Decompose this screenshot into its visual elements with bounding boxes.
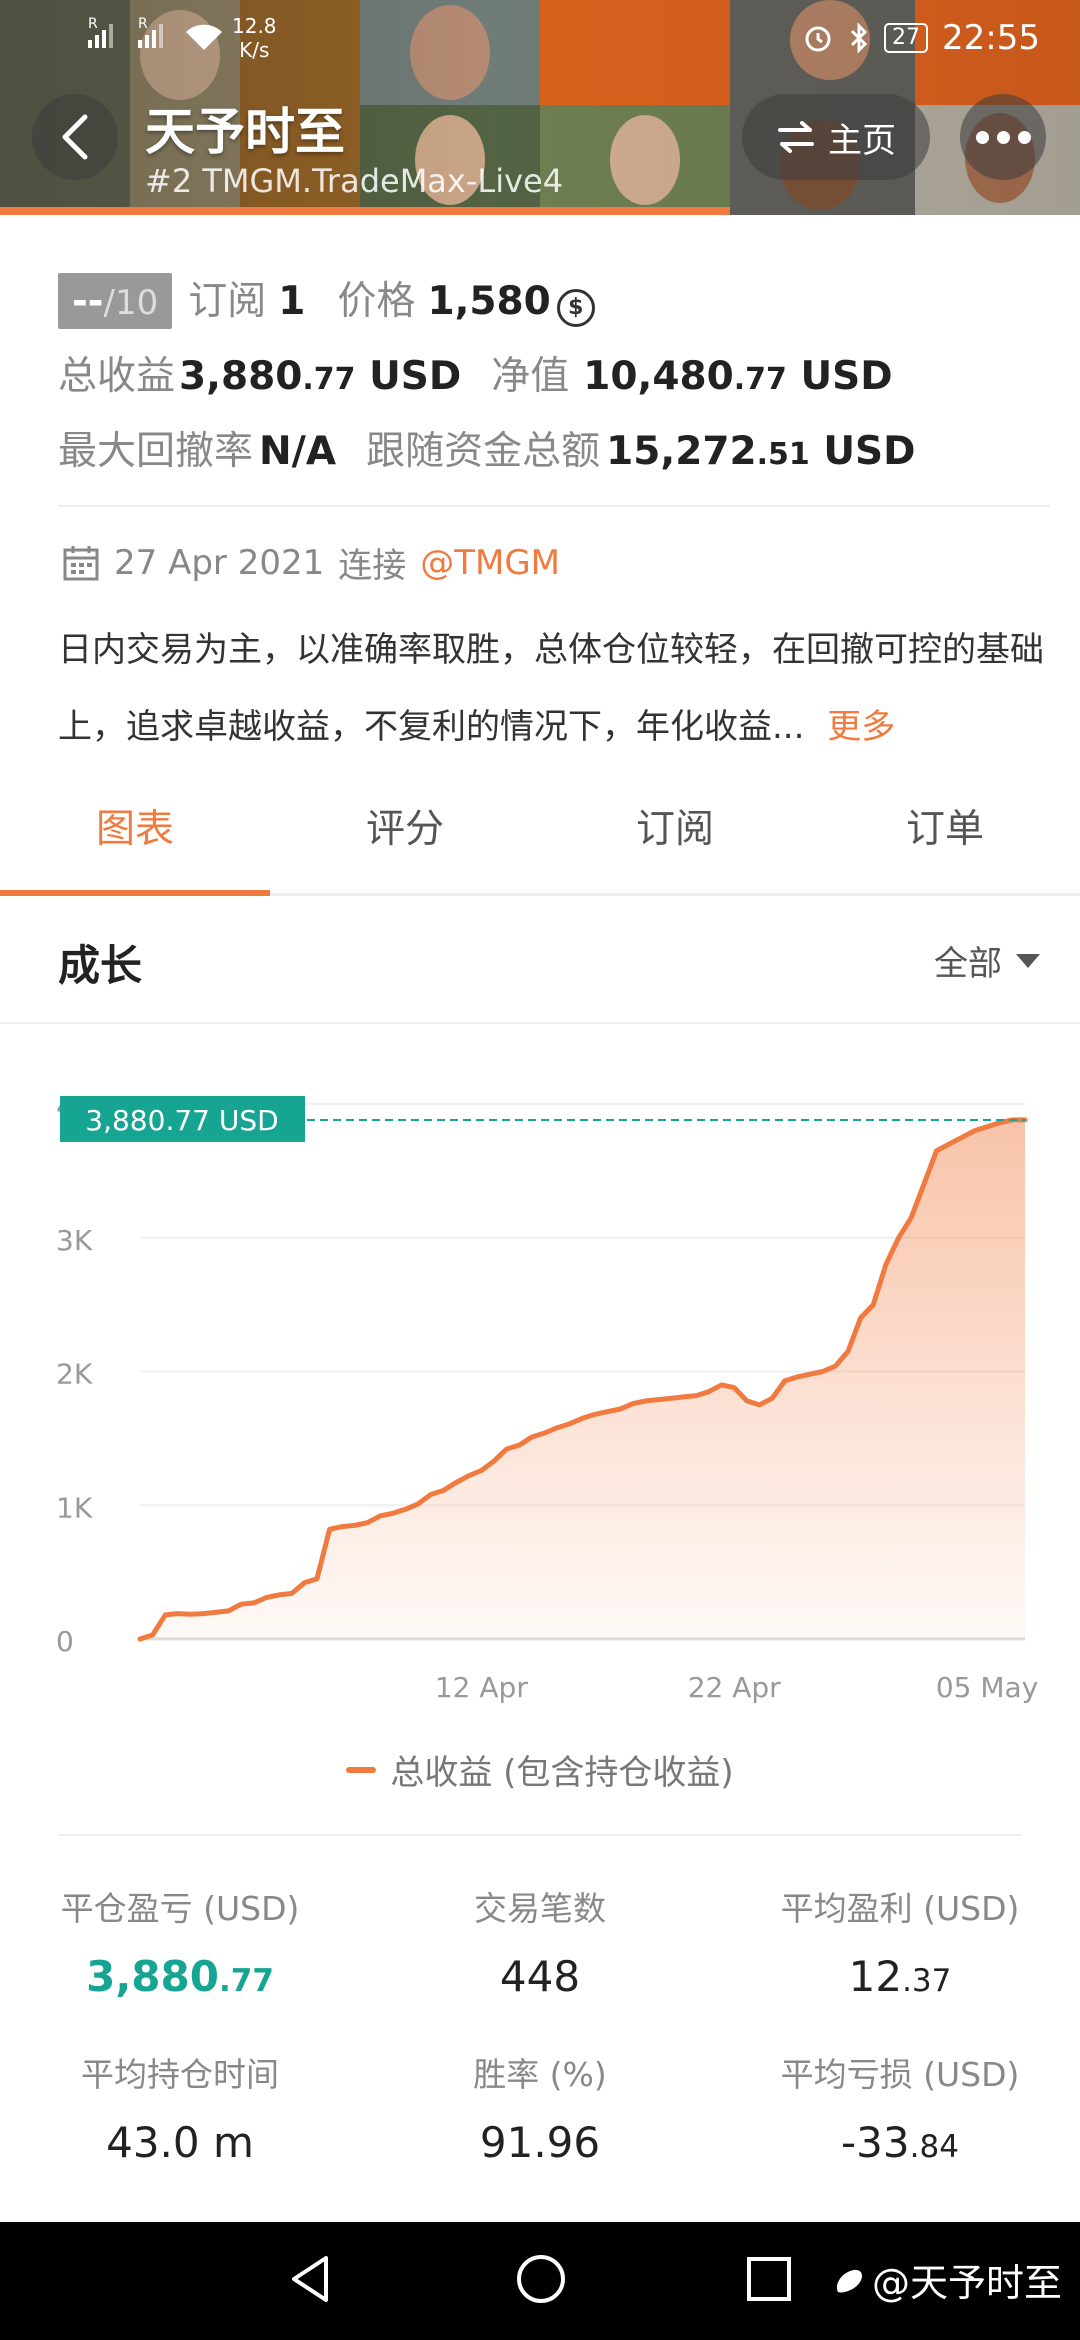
status-right: 27 22:55	[802, 18, 1040, 58]
equity-value: 10,480.77 USD	[583, 354, 893, 399]
score-badge: --/10	[58, 273, 173, 329]
stat-value: 43.0 m	[106, 2118, 254, 2167]
description-text: 日内交易为主，以准确率取胜，总体仓位较轻，在回撤可控的基础上，追求卓越收益，不复…	[58, 630, 1044, 747]
status-bar: R R 12.8 K/s 27 22:55	[0, 12, 1080, 62]
price-label: 价格	[337, 279, 416, 324]
stat-label: 平仓盈亏 (USD)	[60, 1889, 300, 1928]
legend-label: 总收益 (包含持仓收益)	[390, 1753, 734, 1793]
header-accent-line	[0, 207, 730, 215]
connection-date: 27 Apr 2021	[114, 542, 325, 583]
stats-divider	[58, 1834, 1022, 1836]
home-button[interactable]: 主页	[742, 94, 930, 180]
profile-header: R R 12.8 K/s 27 22:55 天予时至 #2 TMGM.Trade…	[0, 0, 1080, 215]
chart-legend: 总收益 (包含持仓收益)	[0, 1745, 1080, 1794]
info-row-drawdown: 最大回撤率 N/A 跟随资金总额 15,272.51 USD	[58, 420, 915, 476]
broker-link[interactable]: @TMGM	[420, 543, 560, 583]
info-row-score: --/10 订阅 1 价格 1,580 $	[58, 270, 595, 329]
stat-value: -33.84	[841, 2118, 959, 2167]
chart-y-tick-label: 3K	[56, 1224, 93, 1257]
stat-label: 胜率 (%)	[473, 2055, 607, 2094]
growth-section-header: 成长 全部	[0, 896, 1080, 1024]
follow-funds-value: 15,272.51 USD	[606, 429, 916, 474]
growth-chart: 01K2K3K4K12 Apr22 Apr05 May 3,880.77 USD	[56, 1090, 1038, 1704]
tab-bar: 图表 评分 订阅 订单	[0, 780, 1080, 896]
tab-chart[interactable]: 图表	[0, 780, 270, 896]
tab-orders[interactable]: 订单	[810, 780, 1080, 893]
stat-label: 交易笔数	[474, 1889, 606, 1928]
connection-info: 27 Apr 2021 连接 @TMGM	[62, 538, 560, 587]
weibo-logo-icon	[836, 2269, 862, 2292]
stat-value: 3,880.77	[86, 1952, 274, 2001]
chart-last-value-label: 3,880.77 USD	[85, 1104, 278, 1137]
stat-closed-pnl: 平仓盈亏 (USD) 3,880.77	[0, 1882, 360, 2001]
nav-back-icon[interactable]	[286, 2252, 334, 2306]
max-drawdown-value: N/A	[259, 429, 337, 474]
nav-home-icon[interactable]	[514, 2252, 568, 2306]
chart-x-tick-label: 12 Apr	[435, 1671, 528, 1704]
alarm-icon	[805, 26, 831, 52]
total-profit-label: 总收益	[58, 354, 176, 399]
subscribe-count: 1	[278, 279, 306, 324]
stat-win-rate: 胜率 (%) 91.96	[360, 2048, 720, 2167]
total-profit-value: 3,880.77 USD	[179, 354, 462, 399]
chart-area-fill	[140, 1119, 1025, 1639]
bluetooth-icon	[850, 22, 868, 54]
stat-label: 平均盈利 (USD)	[780, 1889, 1020, 1928]
tab-subscribe[interactable]: 订阅	[540, 780, 810, 893]
system-nav-bar: @天予时至	[0, 2222, 1080, 2340]
subscribe-label: 订阅	[188, 279, 267, 324]
chart-x-tick-label: 22 Apr	[688, 1671, 781, 1704]
stat-value: 448	[499, 1952, 581, 2001]
stat-value: 12.37	[848, 1952, 952, 2001]
nav-recents-icon[interactable]	[745, 2252, 793, 2306]
calendar-icon	[63, 545, 99, 580]
watermark-text: @天予时至	[871, 2261, 1062, 2305]
follow-funds-label: 跟随资金总额	[366, 429, 601, 474]
price-value: 1,580	[427, 279, 551, 324]
chart-y-tick-label: 1K	[56, 1491, 93, 1524]
max-drawdown-label: 最大回撤率	[58, 429, 254, 474]
home-button-label: 主页	[828, 120, 896, 161]
range-filter-label: 全部	[934, 944, 1002, 984]
chart-y-tick-label: 2K	[56, 1358, 93, 1391]
wifi-icon	[184, 22, 224, 58]
account-subtitle: #2 TMGM.TradeMax-Live4	[145, 162, 564, 200]
stat-label: 平均持仓时间	[81, 2055, 279, 2094]
caret-down-icon	[1016, 953, 1040, 968]
chart-x-tick-label: 05 May	[936, 1671, 1038, 1704]
watermark: @天予时至	[832, 2252, 1062, 2307]
stat-label: 平均亏损 (USD)	[780, 2055, 1020, 2094]
network-speed: 12.8 K/s	[232, 14, 277, 62]
more-link[interactable]: 更多	[827, 707, 895, 747]
stat-trade-count: 交易笔数 448	[360, 1882, 720, 2001]
stat-avg-loss: 平均亏损 (USD) -33.84	[720, 2048, 1080, 2167]
info-row-profit: 总收益 3,880.77 USD 净值 10,480.77 USD	[58, 345, 893, 401]
page-title: 天予时至	[145, 103, 345, 161]
info-divider	[58, 505, 1050, 507]
equity-label: 净值	[491, 354, 570, 399]
battery-indicator: 27	[884, 23, 929, 53]
tab-rating[interactable]: 评分	[270, 780, 540, 893]
legend-swatch	[346, 1766, 377, 1773]
swap-icon	[778, 121, 814, 153]
stat-avg-profit: 平均盈利 (USD) 12.37	[720, 1882, 1080, 2001]
range-filter-dropdown[interactable]: 全部	[934, 936, 1040, 985]
more-dots-icon	[975, 130, 989, 144]
stat-value: 91.96	[479, 2118, 601, 2167]
chevron-left-icon	[62, 114, 88, 160]
roaming-indicator-1: R	[88, 16, 98, 32]
clock: 22:55	[942, 18, 1040, 58]
stat-avg-hold-time: 平均持仓时间 43.0 m	[0, 2048, 360, 2167]
roaming-indicator-2: R	[138, 16, 148, 32]
coin-icon: $	[556, 288, 595, 327]
more-options-button[interactable]	[960, 94, 1046, 180]
section-title: 成长	[58, 941, 143, 990]
connection-label: 连接	[338, 546, 407, 586]
chart-y-tick-label: 0	[56, 1625, 74, 1658]
back-button[interactable]	[32, 94, 118, 180]
strategy-description: 日内交易为主，以准确率取胜，总体仓位较轻，在回撤可控的基础上，追求卓越收益，不复…	[58, 612, 1048, 766]
